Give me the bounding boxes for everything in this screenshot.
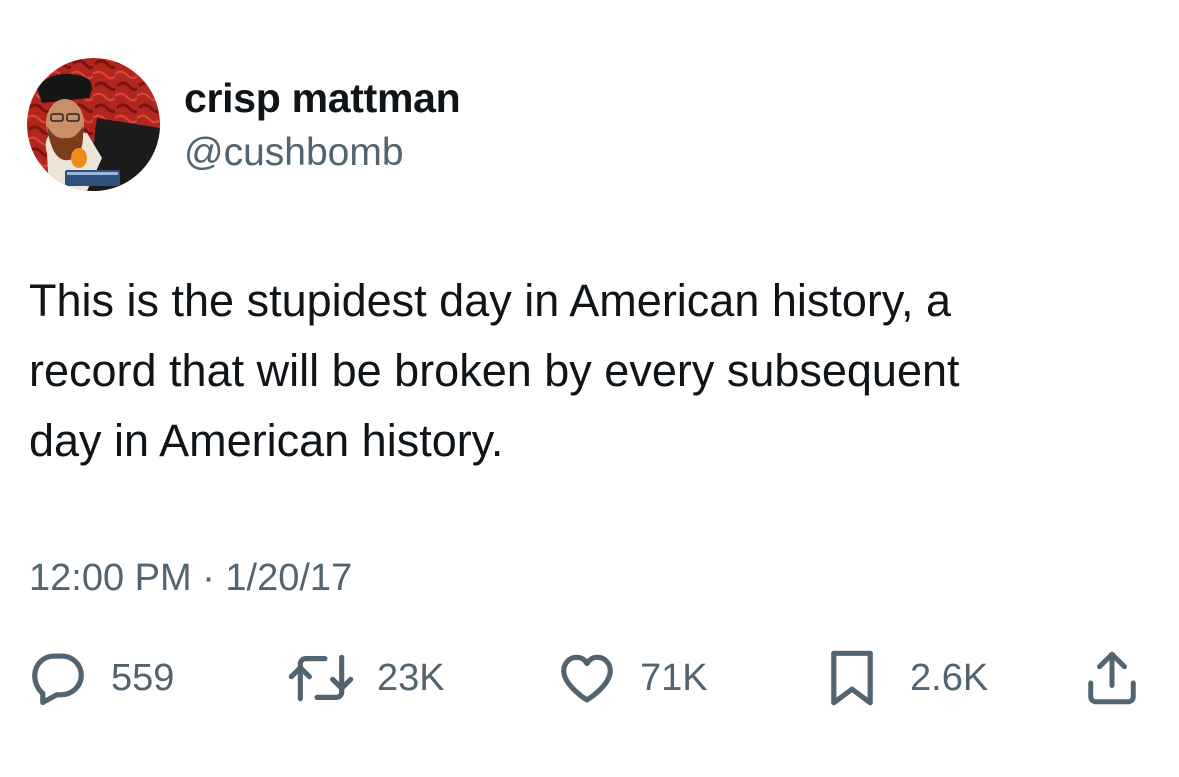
tweet-text: This is the stupidest day in American hi… <box>29 266 1154 476</box>
tweet-text-line: record that will be broken by every subs… <box>29 345 960 396</box>
retweet-count: 23K <box>377 657 445 699</box>
retweet-button[interactable]: 23K <box>287 646 445 710</box>
author-handle[interactable]: @cushbomb <box>184 131 404 175</box>
share-button[interactable] <box>1082 646 1142 710</box>
tweet-card: crisp mattman @cushbomb This is the stup… <box>0 0 1179 777</box>
heart-icon <box>561 654 613 703</box>
tweet-text-line: day in American history. <box>29 415 504 466</box>
tweet-action-bar: 559 23K 71K 2.6K <box>0 646 1179 710</box>
reply-button[interactable]: 559 <box>27 646 174 710</box>
bookmark-button[interactable]: 2.6K <box>826 646 988 710</box>
retweet-icon <box>288 654 354 702</box>
bookmark-icon <box>831 650 873 706</box>
tweet-timestamp[interactable]: 12:00 PM · 1/20/17 <box>29 556 352 600</box>
like-button[interactable]: 71K <box>556 646 708 710</box>
avatar-image <box>27 58 160 191</box>
like-count: 71K <box>640 657 708 699</box>
bookmark-count: 2.6K <box>910 657 989 699</box>
avatar[interactable] <box>27 58 160 191</box>
author-display-name[interactable]: crisp mattman <box>184 74 461 122</box>
share-icon <box>1088 651 1136 705</box>
reply-count: 559 <box>111 657 175 699</box>
tweet-text-line: This is the stupidest day in American hi… <box>29 275 952 326</box>
reply-icon <box>32 653 84 706</box>
